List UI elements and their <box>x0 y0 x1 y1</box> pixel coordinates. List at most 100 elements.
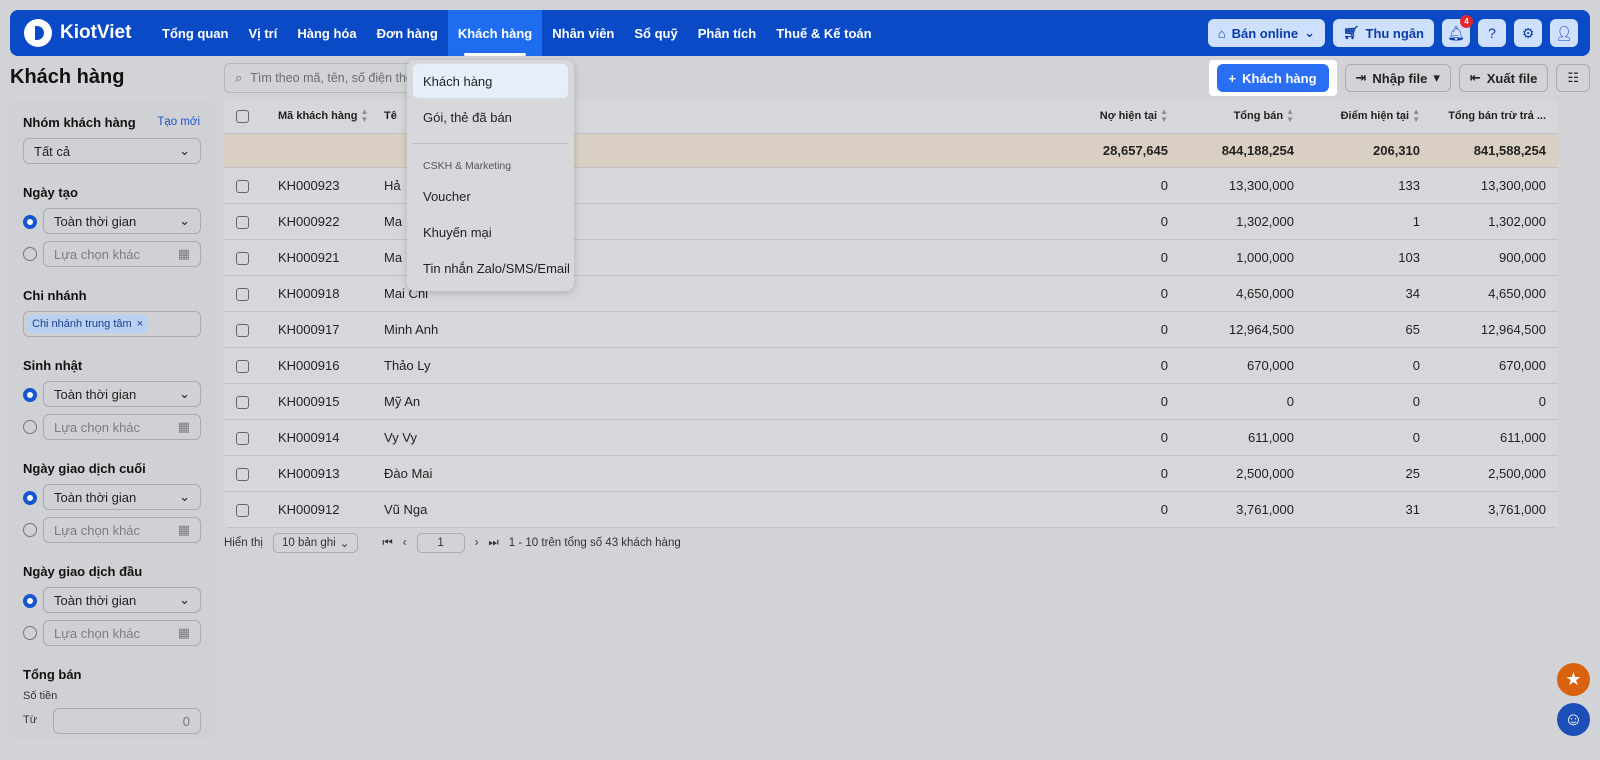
logo-icon <box>24 19 52 47</box>
birthday-all-time-select[interactable]: Toàn thời gian ⌄ <box>43 381 201 407</box>
columns-icon: ☷ <box>1567 70 1579 85</box>
row-checkbox[interactable] <box>236 251 249 265</box>
favorite-fab[interactable]: ★ <box>1557 663 1590 696</box>
row-checkbox[interactable] <box>236 359 249 373</box>
header-net[interactable]: Tổng bán trừ trả ... <box>1448 110 1546 122</box>
table-row[interactable]: KH000912 Vũ Nga 0 3,761,000 31 3,761,000 <box>224 491 1558 528</box>
nav-so-quy[interactable]: Sổ quỹ <box>624 10 687 56</box>
close-icon[interactable]: × <box>137 318 143 330</box>
first-tx-custom-picker[interactable]: Lựa chọn khác ▦ <box>43 620 201 646</box>
last-tx-custom-picker[interactable]: Lựa chọn khác ▦ <box>43 517 201 543</box>
birthday-custom-label: Lựa chọn khác <box>54 419 141 435</box>
created-custom-picker[interactable]: Lựa chọn khác ▦ <box>43 241 201 267</box>
group-select[interactable]: Tất cả ⌄ <box>23 138 201 164</box>
row-checkbox[interactable] <box>236 179 249 193</box>
first-page-icon[interactable]: ⏮ <box>382 537 392 550</box>
row-checkbox[interactable] <box>236 503 249 517</box>
per-page-select[interactable]: 10 bản ghi ⌄ <box>273 533 359 553</box>
search-icon: ⌕ <box>235 70 243 85</box>
created-custom-radio[interactable] <box>23 247 37 261</box>
user-icon: 👤︎ <box>1555 24 1573 41</box>
sort-icon[interactable]: ▲ ▼ <box>1286 108 1294 124</box>
from-amount-input[interactable]: 0 <box>53 708 201 734</box>
row-checkbox[interactable] <box>236 215 249 229</box>
cell-code: KH000913 <box>266 455 384 492</box>
table-row[interactable]: KH000917 Minh Anh 0 12,964,500 65 12,964,500 <box>224 311 1558 348</box>
nav-hang-hoa[interactable]: Hàng hóa <box>287 10 366 56</box>
kiotviet-logo[interactable]: KiotViet <box>24 19 134 47</box>
notification-button[interactable]: 🔔︎ 4 <box>1442 15 1473 47</box>
row-checkbox[interactable] <box>236 431 249 445</box>
help-button[interactable]: ? <box>1478 19 1506 47</box>
select-all-checkbox[interactable] <box>236 109 249 123</box>
birthday-custom-picker[interactable]: Lựa chọn khác ▦ <box>43 414 201 440</box>
table-row[interactable]: KH000915 Mỹ An 0 0 0 0 <box>224 383 1558 420</box>
last-page-icon[interactable]: ⏭ <box>488 537 498 550</box>
row-checkbox[interactable] <box>236 395 249 409</box>
menu-item-voucher[interactable]: Voucher <box>423 189 471 204</box>
menu-item-sold-packages[interactable]: Gói, thẻ đã bán <box>423 110 512 125</box>
next-page-icon[interactable]: › <box>475 537 479 549</box>
header-code[interactable]: Mã khách hàng <box>278 110 357 122</box>
cashier-button[interactable]: 🛒︎ Thu ngân <box>1332 19 1434 47</box>
prev-page-icon[interactable]: ‹ <box>403 537 407 549</box>
row-checkbox[interactable] <box>236 287 249 301</box>
cell-net: 3,761,000 <box>1432 491 1558 528</box>
last-tx-all-time-select[interactable]: Toàn thời gian ⌄ <box>43 484 201 510</box>
first-tx-all-time-radio[interactable] <box>23 594 37 608</box>
top-navbar: KiotViet Tổng quan Vị trí Hàng hóa Đơn h… <box>10 10 1590 56</box>
created-all-time-radio[interactable] <box>23 215 37 229</box>
nav-phan-tich[interactable]: Phân tích <box>688 10 767 56</box>
header-total[interactable]: Tổng bán <box>1234 110 1284 122</box>
column-settings-button[interactable]: ☷ <box>1556 64 1590 92</box>
nav-thue-ke-toan[interactable]: Thuế & Kế toán <box>766 10 881 56</box>
menu-item-promotion[interactable]: Khuyến mại <box>423 225 492 240</box>
cell-net: 13,300,000 <box>1432 167 1558 204</box>
table-row[interactable]: KH000913 Đào Mai 0 2,500,000 25 2,500,000 <box>224 455 1558 492</box>
birthday-all-time-radio[interactable] <box>23 388 37 402</box>
brand-name: KiotViet <box>60 22 132 43</box>
row-checkbox[interactable] <box>236 467 249 481</box>
menu-item-customers[interactable]: Khách hàng <box>423 74 492 89</box>
created-all-time-select[interactable]: Toàn thời gian ⌄ <box>43 208 201 234</box>
cell-net: 12,964,500 <box>1432 311 1558 348</box>
branch-select[interactable]: Chi nhánh trung tâm × <box>23 311 201 337</box>
search-input[interactable]: ⌕ Tìm theo mã, tên, số điện thoại <box>224 63 424 93</box>
export-file-button[interactable]: ⇤ Xuất file <box>1458 64 1549 92</box>
first-tx-custom-radio[interactable] <box>23 626 37 640</box>
header-points[interactable]: Điểm hiện tại <box>1341 110 1409 122</box>
page-input[interactable]: 1 <box>416 533 465 553</box>
sort-icon[interactable]: ▲ ▼ <box>1160 108 1168 124</box>
nav-don-hang[interactable]: Đơn hàng <box>367 10 448 56</box>
create-group-link[interactable]: Tạo mới <box>157 116 200 128</box>
add-customer-button[interactable]: + Khách hàng <box>1216 64 1329 92</box>
birthday-all-time-label: Toàn thời gian <box>54 386 137 402</box>
header-debt[interactable]: Nợ hiện tại <box>1100 110 1157 122</box>
support-fab[interactable]: ☺ <box>1557 703 1590 736</box>
plus-icon: + <box>1228 70 1237 86</box>
settings-button[interactable]: ⚙ <box>1514 19 1542 47</box>
cell-total: 611,000 <box>1180 419 1306 456</box>
nav-khach-hang[interactable]: Khách hàng <box>447 10 543 56</box>
import-icon: ⇥ <box>1355 70 1367 85</box>
first-tx-all-time-select[interactable]: Toàn thời gian ⌄ <box>43 587 201 613</box>
birthday-custom-radio[interactable] <box>23 420 37 434</box>
last-tx-all-time-radio[interactable] <box>23 491 37 505</box>
cell-total: 2,500,000 <box>1180 455 1306 492</box>
sort-icon[interactable]: ▲ ▼ <box>1412 108 1420 124</box>
nav-tong-quan[interactable]: Tổng quan <box>152 10 238 56</box>
cell-total: 4,650,000 <box>1180 275 1306 312</box>
avatar[interactable]: 👤︎ <box>1550 19 1578 47</box>
nav-vi-tri[interactable]: Vị trí <box>238 10 287 56</box>
menu-item-messages[interactable]: Tin nhắn Zalo/SMS/Email <box>423 261 570 276</box>
row-checkbox[interactable] <box>236 323 249 337</box>
sort-icon[interactable]: ▲ ▼ <box>360 108 368 124</box>
table-row[interactable]: KH000916 Thảo Ly 0 670,000 0 670,000 <box>224 347 1558 384</box>
header-name[interactable]: Tê <box>384 110 397 122</box>
table-row[interactable]: KH000914 Vy Vy 0 611,000 0 611,000 <box>224 419 1558 456</box>
last-tx-custom-radio[interactable] <box>23 523 37 537</box>
sell-online-button[interactable]: ⌂ Bán online ⌄ <box>1207 19 1325 47</box>
created-custom-label: Lựa chọn khác <box>54 246 141 262</box>
import-file-button[interactable]: ⇥ Nhập file ▾ <box>1344 64 1451 92</box>
nav-nhan-vien[interactable]: Nhân viên <box>542 10 624 56</box>
